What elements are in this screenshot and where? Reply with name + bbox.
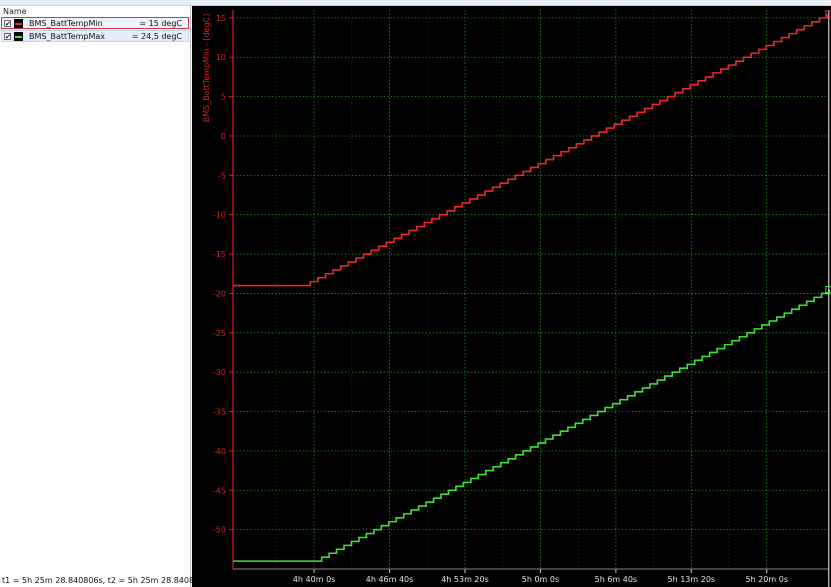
- y-tick-label: -45: [213, 486, 226, 495]
- legend-row-batt-temp-min[interactable]: ✔ BMS_BattTempMin = 15 degC: [1, 17, 189, 29]
- series-line-batt-temp-max: [233, 289, 830, 562]
- series-color-swatch: [14, 19, 23, 28]
- x-tick-label: 5h 6m 40s: [595, 575, 637, 584]
- x-tick-label: 4h 53m 20s: [441, 575, 489, 584]
- signal-value: = 24,5 degC: [131, 32, 182, 41]
- chart-plot[interactable]: 15 10 5 0 -5 -10 -15 -20 -25 -30 -35 -40 -45 -50 4h 40…: [192, 6, 831, 587]
- y-tick-label: -5: [218, 171, 226, 180]
- legend-row-batt-temp-max[interactable]: ✔ BMS_BattTempMax = 24,5 degC: [1, 30, 189, 42]
- signal-value: = 15 degC: [139, 19, 182, 28]
- y-tick-label: -40: [213, 447, 226, 456]
- x-tick-label: 4h 46m 40s: [366, 575, 414, 584]
- series-color-swatch: [14, 32, 23, 41]
- y-tick-label: -35: [213, 408, 226, 417]
- y-tick-label: -30: [213, 368, 226, 377]
- y-tick-label: -25: [213, 329, 226, 338]
- graphics-window[interactable]: 15 10 5 0 -5 -10 -15 -20 -25 -30 -35 -40 -45 -50 4h 40…: [192, 6, 831, 587]
- x-tick-label: 5h 0m 0s: [522, 575, 559, 584]
- y-tick-label: 10: [216, 53, 226, 62]
- y-tick-label: 5: [221, 93, 226, 102]
- visibility-checkbox[interactable]: ✔: [4, 33, 11, 41]
- y-tick-label: -10: [213, 211, 226, 220]
- measurement-window: Name ✔ BMS_BattTempMin = 15 degC ✔ BMS_B…: [0, 0, 831, 587]
- y-axis-title: BMS_BattTempMin - [degC]: [202, 14, 211, 123]
- y-tick-label: 0: [221, 132, 226, 141]
- signal-name: BMS_BattTempMin: [29, 19, 103, 28]
- y-tick-label: -20: [213, 289, 226, 298]
- signal-legend-panel: Name ✔ BMS_BattTempMin = 15 degC ✔ BMS_B…: [0, 6, 208, 587]
- x-tick-label: 5h 20m 0s: [746, 575, 788, 584]
- x-tick-label: 4h 40m 0s: [293, 575, 335, 584]
- legend-column-header: Name: [3, 7, 27, 16]
- signal-name: BMS_BattTempMax: [29, 32, 105, 41]
- y-tick-label: -15: [213, 250, 226, 259]
- y-tick-label: 15: [216, 14, 226, 23]
- x-tick-label: 5h 13m 20s: [668, 575, 716, 584]
- visibility-checkbox[interactable]: ✔: [4, 20, 11, 28]
- y-tick-label: -50: [213, 526, 226, 535]
- cursor-time-readout: t1 = 5h 25m 28.840806s, t2 = 5h 25m 28.8…: [2, 576, 209, 585]
- series-line-batt-temp-min: [233, 13, 828, 287]
